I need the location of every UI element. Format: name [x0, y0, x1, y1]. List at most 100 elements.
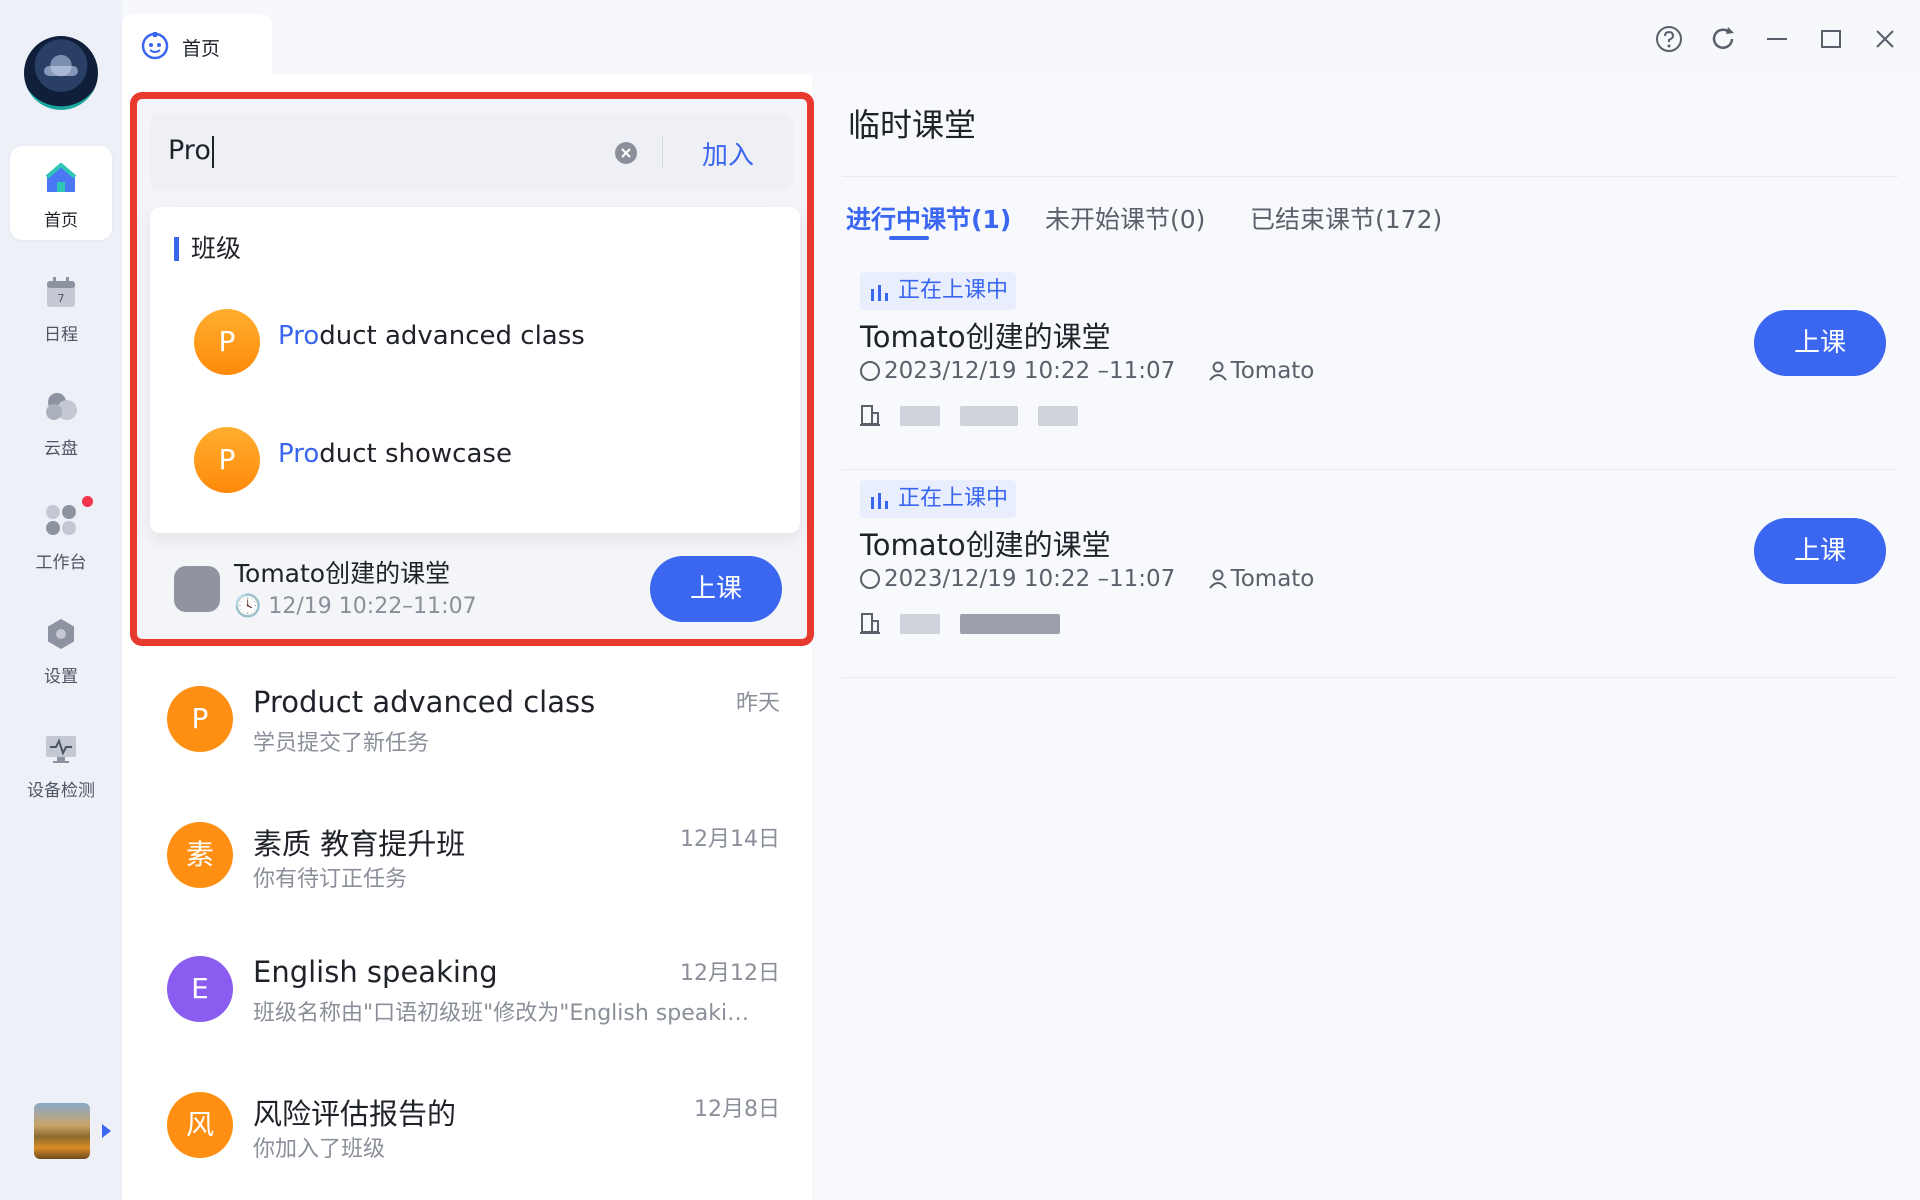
chat-preview: 你加入了班级: [253, 1137, 386, 1162]
lesson-meta: 2023/12/19 10:22 –11:07 Tomato: [860, 566, 1314, 592]
clock-icon: [860, 569, 880, 589]
tab-in-progress[interactable]: 进行中课节(1): [846, 200, 1011, 236]
lesson-room: [860, 608, 1160, 638]
chat-list-item[interactable]: E English speaking 班级名称由"口语初级班"修改为"Engli…: [122, 931, 812, 1065]
nav-label: 日程: [44, 325, 78, 345]
chat-date: 昨天: [735, 691, 780, 716]
live-bars-icon: [871, 285, 888, 301]
lesson-title: Tomato创建的课堂: [860, 528, 1111, 562]
nav-item-schedule[interactable]: 7 日程: [10, 260, 112, 354]
building-icon: [860, 613, 880, 634]
class-avatar: P: [194, 427, 260, 493]
redacted-block: [900, 614, 940, 634]
dropdown-header: 班级: [174, 236, 241, 261]
notification-dot: [82, 496, 93, 507]
tab-label: 首页: [182, 38, 221, 60]
clear-icon[interactable]: [614, 141, 638, 165]
clock-icon: [860, 361, 880, 381]
chat-date: 12月12日: [680, 961, 780, 986]
redacted-block: [960, 406, 1018, 426]
start-class-button[interactable]: 上课: [650, 556, 782, 622]
class-card-time: 🕓 12/19 10:22–11:07: [234, 594, 477, 619]
lesson-card[interactable]: 正在上课中 Tomato创建的课堂 2023/12/19 10:22 –11:0…: [842, 262, 1898, 470]
calendar-icon: 7: [47, 277, 75, 307]
chat-preview: 你有待订正任务: [253, 867, 408, 892]
search-dropdown: 班级 P Product advanced class P Product sh…: [150, 207, 800, 533]
user-avatar[interactable]: [24, 36, 98, 110]
nav-label: 工作台: [35, 553, 87, 573]
expand-arrow-icon[interactable]: [102, 1124, 111, 1138]
building-icon: [860, 405, 880, 426]
chat-avatar: 素: [167, 822, 233, 888]
chat-name: 风险评估报告的: [253, 1097, 457, 1131]
redacted-block: [960, 614, 1060, 634]
text-caret: [211, 135, 214, 168]
chat-preview: 班级名称由"口语初级班"修改为"English speaki…: [253, 1001, 750, 1026]
chat-preview: 学员提交了新任务: [253, 731, 430, 756]
search-input[interactable]: Pro: [168, 135, 214, 168]
chat-list-item[interactable]: P Product advanced class 学员提交了新任务 昨天: [122, 661, 812, 795]
nav-item-home[interactable]: 首页: [10, 146, 112, 240]
lesson-meta: 2023/12/19 10:22 –11:07 Tomato: [860, 358, 1314, 384]
chat-name: Product advanced class: [253, 685, 596, 719]
search-divider: [662, 135, 663, 169]
cloud-icon: [46, 393, 77, 420]
tab-finished[interactable]: 已结束课节(172): [1250, 200, 1442, 236]
nav-label: 设置: [44, 667, 78, 687]
home-icon: [45, 163, 77, 192]
device-check-icon: [46, 736, 76, 763]
join-button[interactable]: 加入: [702, 135, 754, 172]
class-card-title: Tomato创建的课堂: [234, 559, 451, 588]
bottom-thumbnail[interactable]: [34, 1103, 90, 1159]
sidebar: 首页 7 日程 云盘 工作台 设置 设备检测: [0, 0, 122, 1200]
chat-name: 素质 教育提升班: [253, 827, 466, 861]
nav-label: 首页: [44, 211, 78, 231]
chat-list-item[interactable]: 风 风险评估报告的 你加入了班级 12月8日: [122, 1067, 812, 1200]
minimize-icon[interactable]: [1762, 24, 1792, 54]
class-card[interactable]: Tomato创建的课堂 🕓 12/19 10:22–11:07 上课: [150, 540, 800, 632]
start-class-button[interactable]: 上课: [1754, 518, 1886, 584]
user-icon: [1208, 361, 1227, 381]
settings-icon: [48, 619, 74, 649]
nav-item-device-check[interactable]: 设备检测: [10, 716, 112, 810]
classroom-icon: [174, 566, 220, 612]
lesson-title: Tomato创建的课堂: [860, 320, 1111, 354]
lesson-card[interactable]: 正在上课中 Tomato创建的课堂 2023/12/19 10:22 –11:0…: [842, 470, 1898, 678]
maximize-icon[interactable]: [1816, 24, 1846, 54]
user-icon: [1208, 569, 1227, 589]
class-avatar: P: [194, 309, 260, 375]
page-title: 临时课堂: [848, 106, 977, 144]
redacted-block: [1038, 406, 1078, 426]
lesson-room: [860, 400, 1160, 430]
live-status-badge: 正在上课中: [860, 480, 1017, 518]
nav-item-workbench[interactable]: 工作台: [10, 488, 112, 582]
search-result-item[interactable]: P Product showcase: [150, 411, 800, 503]
search-result-label: Product advanced class: [278, 321, 585, 351]
chat-list-item[interactable]: 素 素质 教育提升班 你有待订正任务 12月14日: [122, 797, 812, 931]
search-bar[interactable]: Pro 加入: [150, 113, 793, 191]
tab-not-started[interactable]: 未开始课节(0): [1045, 200, 1205, 236]
workbench-icon: [46, 505, 76, 535]
chat-avatar: E: [167, 956, 233, 1022]
chat-date: 12月8日: [694, 1097, 780, 1122]
chat-date: 12月14日: [680, 827, 780, 852]
help-icon[interactable]: [1654, 24, 1684, 54]
start-class-button[interactable]: 上课: [1754, 310, 1886, 376]
search-result-label: Product showcase: [278, 439, 512, 469]
active-tab-indicator: [889, 236, 929, 240]
redacted-block: [900, 406, 940, 426]
robot-home-icon: [141, 32, 169, 60]
nav-item-cloud[interactable]: 云盘: [10, 374, 112, 468]
chat-avatar: 风: [167, 1092, 233, 1158]
live-status-badge: 正在上课中: [860, 272, 1017, 310]
refresh-icon[interactable]: [1708, 24, 1738, 54]
search-result-item[interactable]: P Product advanced class: [150, 293, 800, 385]
nav-label: 设备检测: [27, 781, 95, 801]
chat-name: English speaking: [253, 955, 498, 989]
tab-home[interactable]: 首页: [122, 14, 272, 74]
close-icon[interactable]: [1870, 24, 1900, 54]
chat-avatar: P: [167, 686, 233, 752]
nav-item-settings[interactable]: 设置: [10, 602, 112, 696]
live-bars-icon: [871, 493, 888, 509]
title-divider: [842, 176, 1898, 177]
